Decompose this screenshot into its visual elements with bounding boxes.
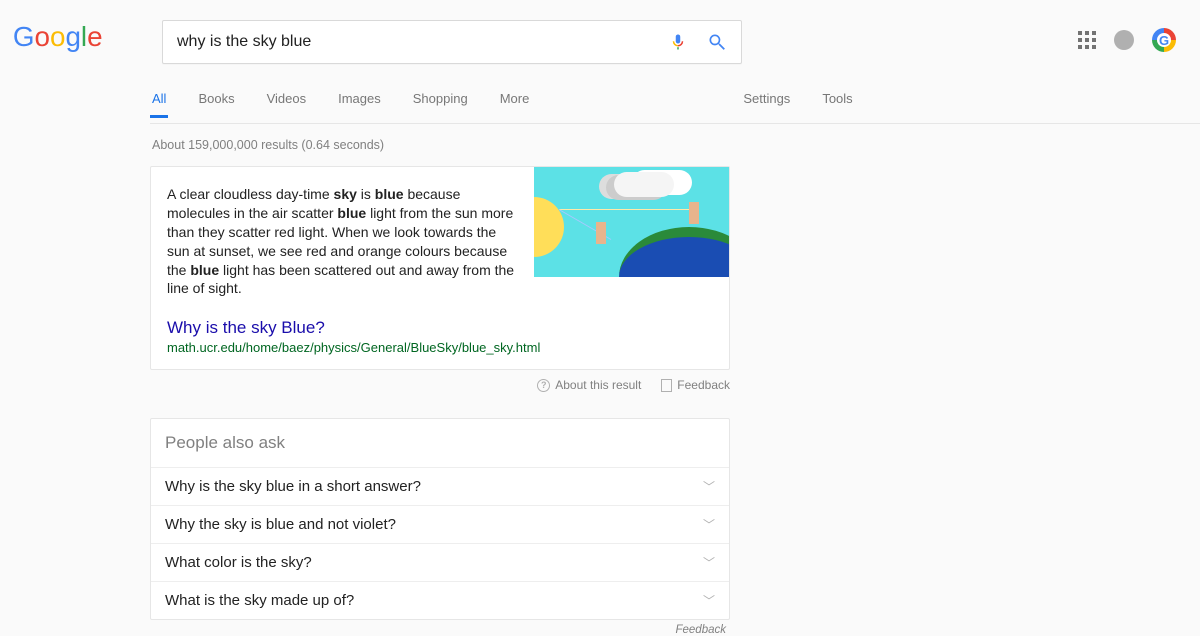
about-result-label: About this result [555,378,641,392]
paa-question: Why is the sky blue in a short answer? [165,478,421,495]
chevron-down-icon: ﹀ [703,592,715,609]
snippet-title-link[interactable]: Why is the sky Blue? [167,318,325,337]
chevron-down-icon: ﹀ [703,554,715,571]
chevron-down-icon: ﹀ [703,478,715,495]
search-input[interactable] [177,33,669,51]
top-row: Google [0,20,1200,64]
paa-item[interactable]: Why is the sky blue in a short answer? ﹀ [151,468,729,506]
tab-shopping[interactable]: Shopping [411,91,470,118]
tab-tools[interactable]: Tools [820,91,854,118]
account-avatar[interactable] [1152,28,1176,52]
paa-question: What color is the sky? [165,554,312,571]
snippet-bold: blue [375,186,404,202]
feedback-label: Feedback [677,378,730,392]
tab-images[interactable]: Images [336,91,383,118]
featured-snippet: A clear cloudless day-time sky is blue b… [150,166,730,370]
snippet-image[interactable] [534,167,729,277]
snippet-body: A clear cloudless day-time sky is blue b… [167,185,713,298]
paa-feedback-link[interactable]: Feedback [150,620,730,636]
snippet-footer: ? About this result Feedback [150,378,730,392]
snippet-bold: sky [334,186,357,202]
people-also-ask: People also ask Why is the sky blue in a… [150,418,730,620]
apps-icon[interactable] [1078,31,1096,49]
paa-item[interactable]: What color is the sky? ﹀ [151,544,729,582]
snippet-part: A clear cloudless day-time [167,186,334,202]
tabs-left: All Books Videos Images Shopping More [150,91,531,118]
search-icons [669,31,727,53]
snippet-text: A clear cloudless day-time sky is blue b… [167,185,522,298]
tab-books[interactable]: Books [196,91,236,118]
search-icon[interactable] [707,32,727,52]
svg-text:Google: Google [13,20,103,51]
chevron-down-icon: ﹀ [703,516,715,533]
feedback-icon [661,379,672,392]
search-bar[interactable] [162,20,742,64]
google-logo[interactable]: Google [12,18,132,61]
header: Google All Books Videos Images Shopping … [0,0,1200,124]
tab-more[interactable]: More [498,91,532,118]
snippet-part: light has been scattered out and away fr… [167,262,514,297]
header-right [1078,28,1176,52]
snippet-link: Why is the sky Blue? math.ucr.edu/home/b… [167,318,713,355]
mic-icon[interactable] [669,31,687,53]
main-content: About 159,000,000 results (0.64 seconds)… [150,124,730,636]
question-icon: ? [537,379,550,392]
notifications-icon[interactable] [1114,30,1134,50]
paa-question: Why the sky is blue and not violet? [165,516,396,533]
tab-all[interactable]: All [150,91,168,118]
result-stats: About 159,000,000 results (0.64 seconds) [150,124,730,166]
paa-item[interactable]: Why the sky is blue and not violet? ﹀ [151,506,729,544]
tabs-row: All Books Videos Images Shopping More Se… [150,86,1200,124]
snippet-bold: blue [190,262,219,278]
paa-question: What is the sky made up of? [165,592,354,609]
tab-videos[interactable]: Videos [265,91,309,118]
snippet-url: math.ucr.edu/home/baez/physics/General/B… [167,340,713,355]
snippet-bold: blue [337,205,366,221]
snippet-part: is [357,186,375,202]
about-result-link[interactable]: ? About this result [537,378,641,392]
snippet-feedback-link[interactable]: Feedback [661,378,730,392]
tabs-right: Settings Tools [741,91,854,118]
paa-title: People also ask [151,419,729,468]
tab-settings[interactable]: Settings [741,91,792,118]
paa-item[interactable]: What is the sky made up of? ﹀ [151,582,729,619]
